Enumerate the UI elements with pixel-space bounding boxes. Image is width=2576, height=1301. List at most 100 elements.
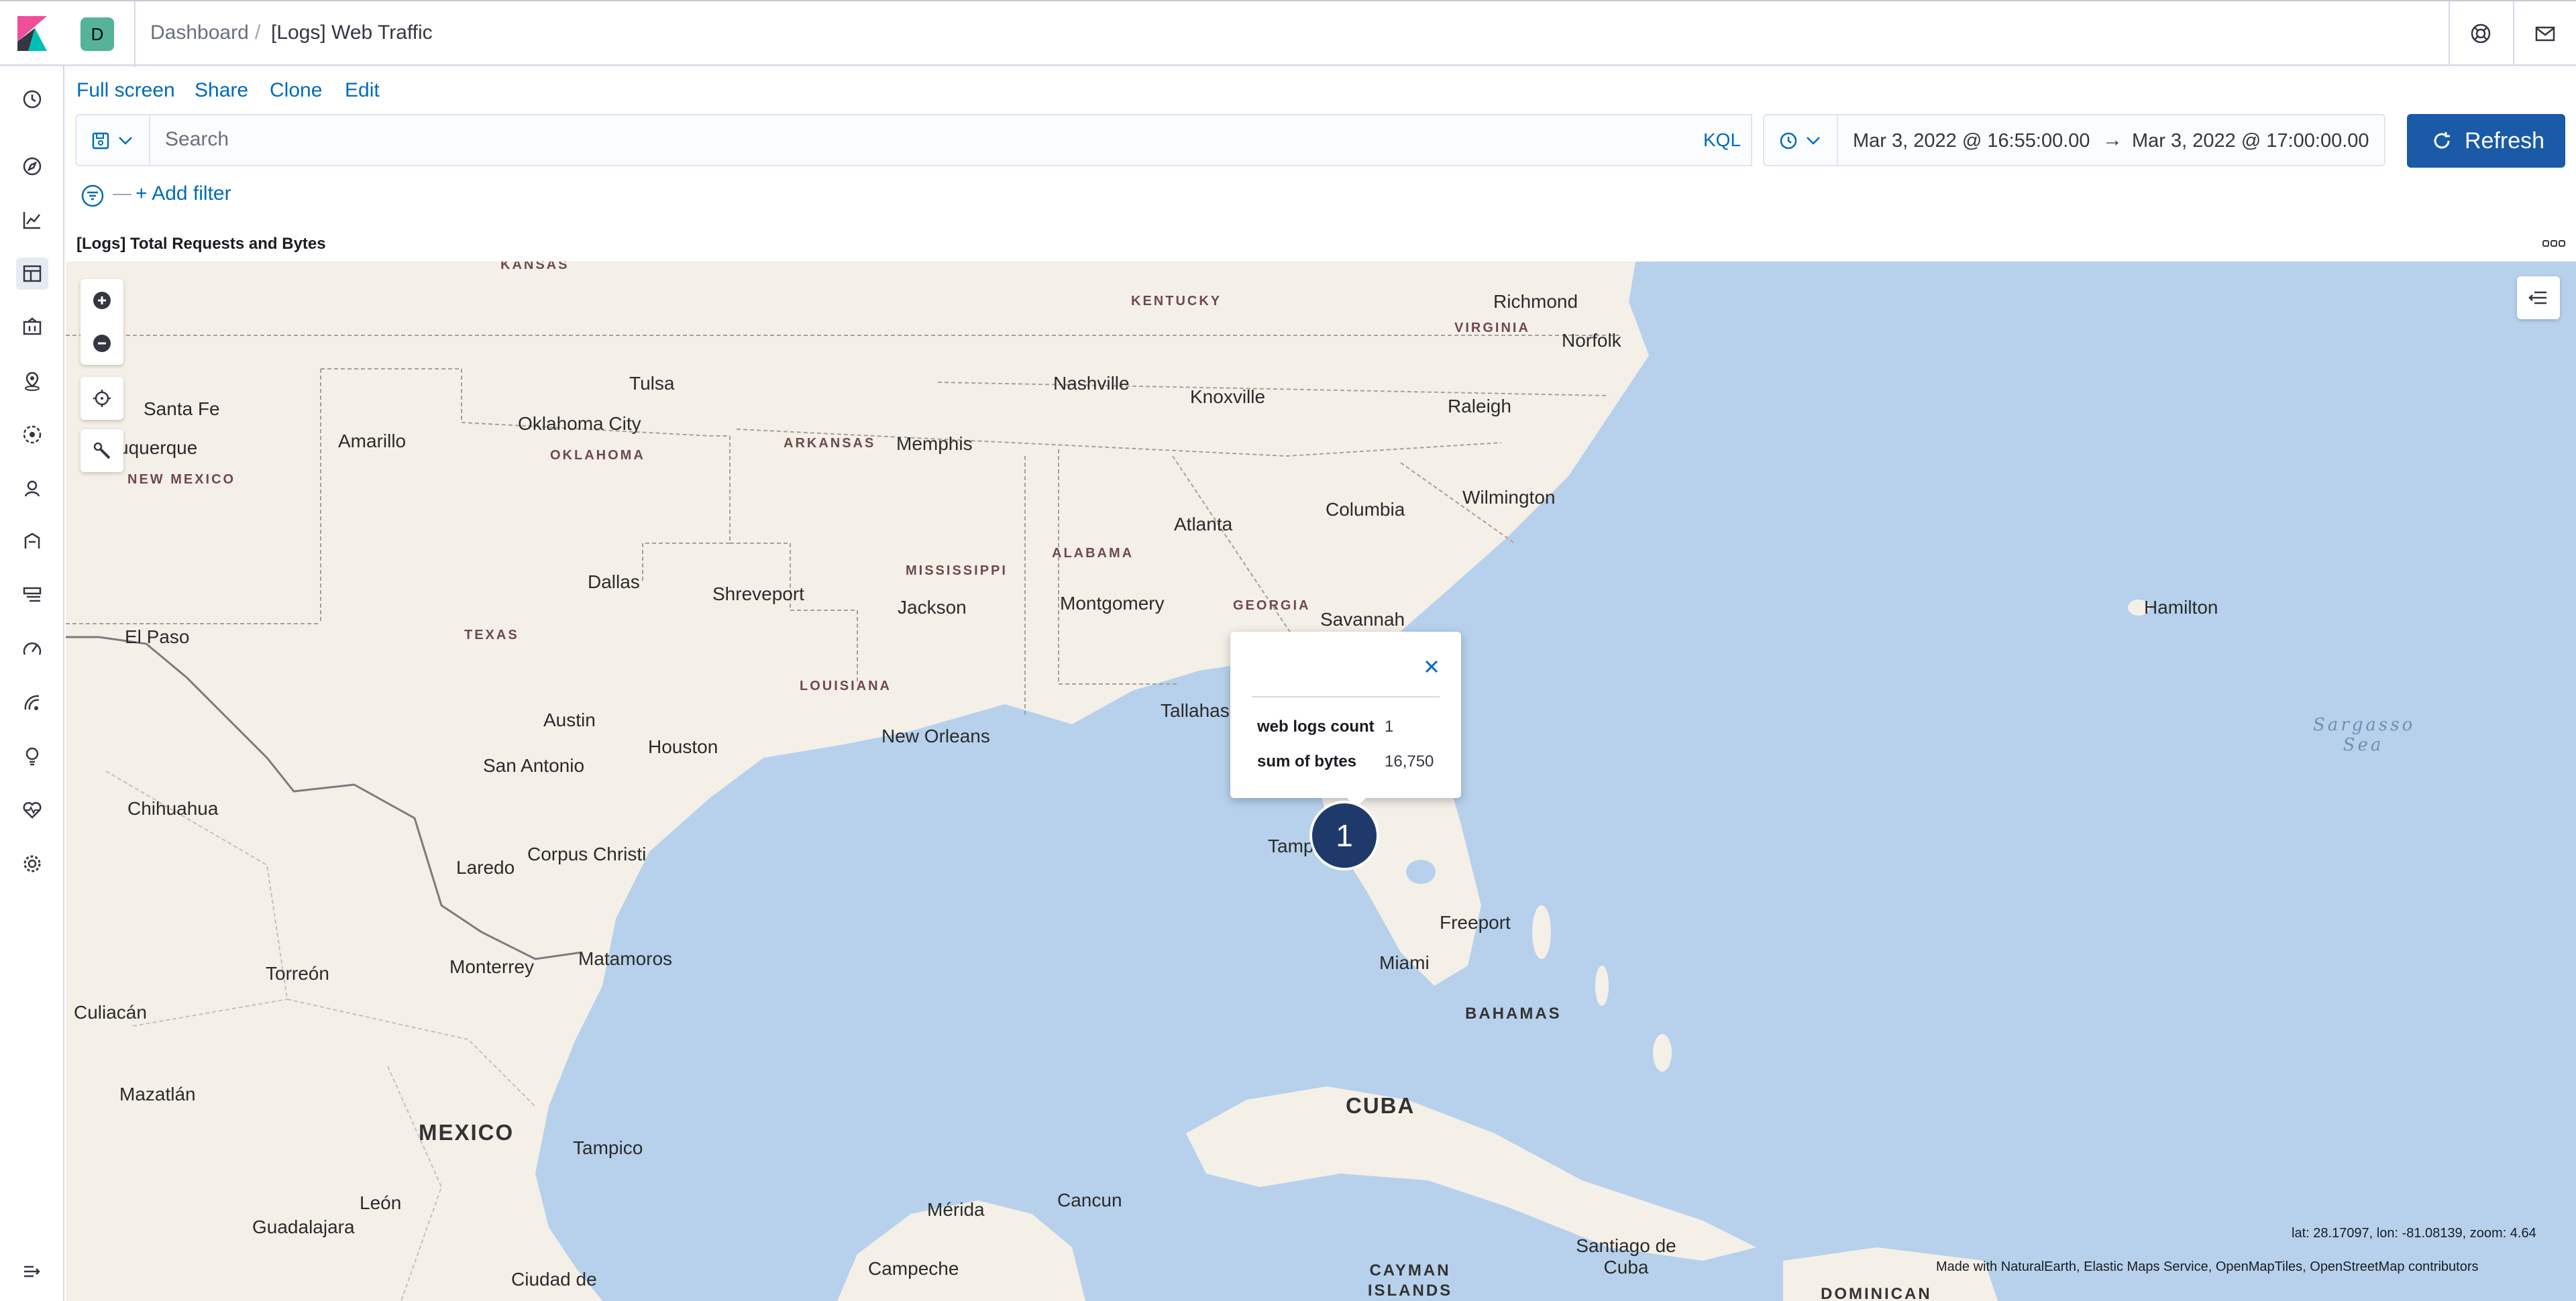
label-dallas: Dallas bbox=[588, 571, 640, 592]
label-corpus-christi: Corpus Christi bbox=[527, 844, 647, 864]
panel-options-icon[interactable] bbox=[2542, 239, 2565, 249]
zoom-out-button[interactable] bbox=[80, 322, 123, 365]
help-button[interactable] bbox=[2449, 1, 2510, 66]
space-avatar[interactable]: D bbox=[80, 17, 114, 51]
header-divider bbox=[134, 1, 136, 67]
quick-menu-button[interactable] bbox=[1764, 115, 1838, 165]
nav-graph[interactable] bbox=[16, 472, 48, 504]
zoom-controls bbox=[80, 279, 123, 365]
plus-circle-icon bbox=[93, 292, 111, 309]
gear-icon bbox=[23, 855, 41, 872]
label-columbia: Columbia bbox=[1326, 499, 1405, 520]
label-sargasso: Sargasso Sea bbox=[2313, 715, 2416, 755]
map-attribution[interactable]: Made with NaturalEarth, Elastic Maps Ser… bbox=[1936, 1259, 2479, 1275]
land-bahamas-1 bbox=[1532, 905, 1551, 959]
refresh-button[interactable]: Refresh bbox=[2407, 114, 2565, 168]
label-albuquerque: uquerque bbox=[118, 437, 198, 458]
label-shreveport: Shreveport bbox=[712, 583, 804, 604]
label-richmond: Richmond bbox=[1493, 291, 1578, 312]
label-mississippi: MISSISSIPPI bbox=[906, 563, 1008, 578]
label-atlanta: Atlanta bbox=[1174, 514, 1233, 534]
share-link[interactable]: Share bbox=[195, 79, 248, 102]
nav-dashboard[interactable] bbox=[16, 258, 48, 290]
nav-recent[interactable] bbox=[16, 83, 48, 115]
label-bahamas: BAHAMAS bbox=[1465, 1005, 1562, 1023]
nav-apm[interactable] bbox=[16, 633, 48, 665]
saved-query-button[interactable] bbox=[76, 115, 150, 165]
mail-icon bbox=[2535, 26, 2555, 42]
map-coordinates: lat: 28.17097, lon: -81.08139, zoom: 4.6… bbox=[2292, 1226, 2536, 1241]
nav-logs[interactable] bbox=[16, 579, 48, 612]
label-el-paso: El Paso bbox=[125, 626, 190, 647]
zoom-in-button[interactable] bbox=[80, 279, 123, 322]
label-mexico: MEXICO bbox=[419, 1120, 515, 1145]
side-nav bbox=[0, 66, 64, 1301]
search-input[interactable] bbox=[165, 126, 1748, 153]
breadcrumb-dashboard[interactable]: Dashboard bbox=[150, 21, 249, 44]
cluster-marker[interactable]: 1 bbox=[1312, 803, 1377, 868]
lake-okeechobee bbox=[1406, 860, 1436, 884]
label-nashville: Nashville bbox=[1053, 373, 1130, 394]
label-raleigh: Raleigh bbox=[1448, 396, 1511, 416]
add-filter-button[interactable]: + Add filter bbox=[136, 182, 231, 205]
panel-title: [Logs] Total Requests and Bytes bbox=[76, 235, 326, 253]
date-end[interactable]: Mar 3, 2022 @ 17:00:00.00 bbox=[2132, 130, 2369, 152]
newsfeed-button[interactable] bbox=[2513, 1, 2575, 66]
label-tallahassee: Tallahas bbox=[1161, 700, 1230, 721]
apm-icon bbox=[23, 642, 42, 655]
map-canvas[interactable]: KANSAS KENTUCKY VIRGINIA Richmond Norfol… bbox=[66, 262, 2576, 1301]
label-oklahoma: OKLAHOMA bbox=[550, 448, 645, 463]
nav-uptime[interactable] bbox=[16, 687, 48, 719]
label-amarillo: Amarillo bbox=[338, 431, 407, 451]
tooltip-value: 1 bbox=[1385, 718, 1394, 736]
label-texas: TEXAS bbox=[464, 628, 519, 642]
date-start[interactable]: Mar 3, 2022 @ 16:55:00.00 bbox=[1853, 130, 2090, 152]
set-view-button[interactable] bbox=[80, 377, 123, 420]
label-monterrey: Monterrey bbox=[449, 956, 535, 977]
kibana-logo-icon[interactable] bbox=[15, 15, 50, 52]
close-icon[interactable] bbox=[1421, 656, 1442, 677]
help-icon bbox=[2471, 23, 2491, 44]
clone-link[interactable]: Clone bbox=[270, 79, 322, 102]
nav-ml[interactable] bbox=[16, 418, 48, 451]
kql-toggle-button[interactable]: KQL bbox=[1693, 114, 1752, 166]
label-cuba: CUBA bbox=[1346, 1093, 1415, 1118]
label-matamoros: Matamoros bbox=[578, 948, 673, 969]
nav-visualize[interactable] bbox=[16, 204, 48, 236]
filter-divider: — bbox=[113, 182, 131, 203]
label-knoxville: Knoxville bbox=[1190, 386, 1266, 407]
logs-icon bbox=[23, 587, 42, 602]
label-tampico: Tampico bbox=[573, 1137, 643, 1158]
query-bar bbox=[75, 114, 1752, 166]
nav-observability[interactable] bbox=[16, 526, 48, 558]
tools-button[interactable] bbox=[80, 429, 123, 472]
label-jackson: Jackson bbox=[898, 597, 967, 618]
label-mazatlan: Mazatlán bbox=[119, 1084, 196, 1105]
minus-circle-icon bbox=[93, 335, 111, 352]
tooltip-divider bbox=[1252, 696, 1440, 697]
edit-link[interactable]: Edit bbox=[345, 79, 380, 102]
chart-icon bbox=[23, 212, 40, 229]
tooltip-value: 16,750 bbox=[1385, 752, 1434, 771]
full-screen-link[interactable]: Full screen bbox=[76, 79, 175, 102]
layer-control-button[interactable] bbox=[2517, 276, 2560, 319]
label-oklahoma-city: Oklahoma City bbox=[518, 413, 641, 434]
nav-management[interactable] bbox=[16, 848, 48, 880]
tooltip-key: web logs count bbox=[1257, 718, 1375, 736]
arrow-right-icon: → bbox=[2102, 129, 2123, 151]
nav-collapse[interactable] bbox=[16, 1255, 48, 1288]
nav-canvas[interactable] bbox=[16, 311, 48, 343]
label-cancun: Cancun bbox=[1057, 1190, 1122, 1210]
tooltip-key: sum of bytes bbox=[1257, 752, 1357, 771]
label-kentucky: KENTUCKY bbox=[1131, 294, 1222, 308]
graph-icon bbox=[24, 480, 40, 497]
label-arkansas: ARKANSAS bbox=[784, 436, 876, 451]
map-tooltip: web logs count 1 sum of bytes 16,750 bbox=[1230, 632, 1461, 798]
label-tulsa: Tulsa bbox=[629, 373, 675, 394]
nav-security[interactable] bbox=[16, 740, 48, 773]
filter-icon[interactable] bbox=[79, 182, 106, 209]
nav-discover[interactable] bbox=[16, 150, 48, 182]
nav-maps[interactable] bbox=[16, 365, 48, 397]
label-laredo: Laredo bbox=[456, 857, 515, 878]
nav-monitoring[interactable] bbox=[16, 794, 48, 826]
